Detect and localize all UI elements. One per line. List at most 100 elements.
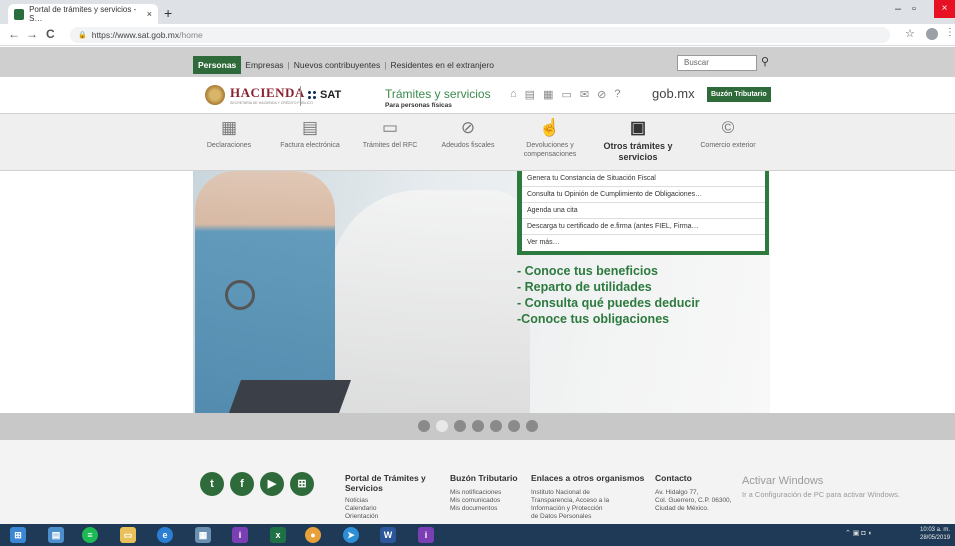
calculator-icon[interactable]: ▦	[195, 527, 211, 543]
nav-separator: |	[287, 60, 290, 70]
lock-icon: 🔒	[78, 32, 87, 39]
service-tramites-rfc[interactable]: ▭ Trámites del RFC	[350, 118, 430, 150]
service-label: Comercio exterior	[700, 142, 756, 149]
service-label: Adeudos fiscales	[441, 142, 495, 149]
sitemap-icon[interactable]: ⊞	[290, 472, 314, 496]
onenote-icon-2[interactable]: i	[418, 527, 434, 543]
folder-icon[interactable]: ▭	[120, 527, 136, 543]
dropdown-item[interactable]: Ver más…	[522, 235, 765, 251]
footer-link[interactable]: Mis comunicados	[450, 497, 530, 505]
hero-nurse	[195, 171, 335, 413]
nav-residentes-extranjero[interactable]: Residentes en el extranjero	[390, 60, 493, 70]
buzon-tributario-button[interactable]: Buzón Tributario	[707, 87, 771, 102]
minimize-button[interactable]: –	[895, 3, 901, 15]
footer-link[interactable]: Instituto Nacional de	[531, 489, 651, 497]
carousel-dot[interactable]	[490, 420, 502, 432]
service-label: Otros trámites y servicios	[603, 141, 673, 162]
service-declaraciones[interactable]: ▦ Declaraciones	[189, 118, 269, 150]
window-close-button[interactable]: ×	[934, 0, 955, 18]
nav-empresas[interactable]: Empresas	[245, 60, 283, 70]
declaraciones-icon: ▦	[220, 118, 238, 137]
url-input[interactable]: 🔒 https://www.sat.gob.mx/home	[70, 27, 890, 43]
footer-col-title: Enlaces a otros organismos	[531, 473, 645, 483]
otros-tramites-dropdown: Genera tu Constancia de Situación Fiscal…	[517, 171, 769, 255]
onenote-icon[interactable]: i	[232, 527, 248, 543]
spotify-icon[interactable]: ≡	[82, 527, 98, 543]
excel-icon[interactable]: x	[270, 527, 286, 543]
taskbar-clock[interactable]: 10:03 a. m. 28/05/2019	[920, 526, 950, 542]
hero-doctor-coat	[330, 190, 530, 413]
ie-icon[interactable]: e	[157, 527, 173, 543]
carousel-dot-active[interactable]	[436, 420, 448, 432]
carousel-dot[interactable]	[454, 420, 466, 432]
hero-line: -Conoce tus obligaciones	[517, 312, 670, 326]
nav-separator: |	[384, 60, 387, 70]
laptop-icon	[228, 380, 352, 413]
factura-icon: ▤	[301, 118, 319, 137]
calendar-icon[interactable]: ▦	[543, 88, 553, 101]
contact-line: Av. Hidalgo 77,	[655, 489, 699, 496]
service-adeudos-fiscales[interactable]: ⊘ Adeudos fiscales	[428, 118, 508, 150]
mail-icon[interactable]: ✉	[580, 88, 589, 101]
nav-personas[interactable]: Personas	[193, 56, 242, 74]
nav-nuevos-contribuyentes[interactable]: Nuevos contribuyentes	[294, 60, 380, 70]
forward-button[interactable]: →	[26, 27, 38, 41]
stethoscope-icon	[225, 280, 255, 310]
activate-windows-subtext: Ir a Configuración de PC para activar Wi…	[742, 490, 900, 499]
sat-logo[interactable]: SAT	[307, 89, 341, 101]
profile-avatar[interactable]	[926, 28, 938, 40]
menu-kebab-icon[interactable]: ⋮	[945, 27, 955, 38]
footer-link[interactable]: Mis documentos	[450, 505, 530, 513]
service-devoluciones[interactable]: ☝ Devoluciones y compensaciones	[510, 118, 590, 159]
search-input[interactable]: Buscar	[677, 55, 757, 71]
word-icon[interactable]: W	[380, 527, 396, 543]
search-icon[interactable]: ⚲	[761, 55, 769, 68]
youtube-icon[interactable]: ▶	[260, 472, 284, 496]
back-button[interactable]: ←	[8, 27, 20, 41]
carousel-dot[interactable]	[472, 420, 484, 432]
dropdown-item[interactable]: Consulta tu Opinión de Cumplimiento de O…	[522, 187, 765, 203]
dropdown-item[interactable]: Descarga tu certificado de e.firma (ante…	[522, 219, 765, 235]
tab-close-icon[interactable]: ×	[147, 9, 152, 19]
new-tab-button[interactable]: +	[164, 5, 172, 21]
restore-button[interactable]: ▫	[912, 3, 916, 15]
browser-tab[interactable]: Portal de trámites y servicios - S… ×	[8, 4, 158, 24]
bookmark-star-icon[interactable]: ☆	[905, 27, 915, 40]
hero-line: - Conoce tus beneficios	[517, 264, 658, 278]
twitter-icon[interactable]: t	[200, 472, 224, 496]
carousel-dot[interactable]	[526, 420, 538, 432]
compass-icon[interactable]: ⊘	[597, 88, 606, 101]
hero-benefits-list: - Conoce tus beneficios - Reparto de uti…	[517, 263, 700, 327]
adeudos-icon: ⊘	[460, 118, 476, 137]
card-icon[interactable]: ▭	[561, 88, 571, 101]
hacienda-logo[interactable]: HACIENDA SECRETARÍA DE HACIENDA Y CRÉDIT…	[205, 85, 313, 105]
footer-link[interactable]: Mis notificaciones	[450, 489, 530, 497]
footer-link[interactable]: Noticias	[345, 497, 440, 505]
gobmx-link[interactable]: gob.mx	[652, 86, 695, 101]
service-factura-electronica[interactable]: ▤ Factura electrónica	[270, 118, 350, 150]
footer-link[interactable]: Transparencia, Acceso a la	[531, 497, 651, 505]
telegram-icon[interactable]: ➤	[343, 527, 359, 543]
footer-link[interactable]: Información y Protección	[531, 505, 651, 513]
help-icon[interactable]: ?	[614, 88, 620, 101]
start-icon[interactable]: ⊞	[10, 527, 26, 543]
news-icon[interactable]: ▤	[525, 88, 535, 101]
service-comercio-exterior[interactable]: © Comercio exterior	[688, 118, 768, 150]
footer-link[interactable]: Orientación	[345, 513, 440, 521]
carousel-dot[interactable]	[508, 420, 520, 432]
footer-link[interactable]: Calendario	[345, 505, 440, 513]
service-otros-tramites[interactable]: ▣ Otros trámites y servicios	[598, 118, 678, 163]
dropdown-item[interactable]: Genera tu Constancia de Situación Fiscal	[522, 171, 765, 187]
reload-button[interactable]: C	[46, 27, 55, 41]
facebook-icon[interactable]: f	[230, 472, 254, 496]
explorer-icon[interactable]: ▤	[48, 527, 64, 543]
logo-divider	[300, 86, 301, 106]
rfc-icon: ▭	[381, 118, 399, 137]
contact-line: Ciudad de México.	[655, 505, 709, 512]
dropdown-item[interactable]: Agenda una cita	[522, 203, 765, 219]
home-icon[interactable]: ⌂	[510, 88, 517, 101]
footer-link[interactable]: de Datos Personales	[531, 513, 651, 521]
chrome-icon[interactable]: ●	[305, 527, 321, 543]
carousel-dot[interactable]	[418, 420, 430, 432]
system-tray-icons[interactable]: ⌃ ▣ ◘ ◖	[845, 529, 872, 537]
